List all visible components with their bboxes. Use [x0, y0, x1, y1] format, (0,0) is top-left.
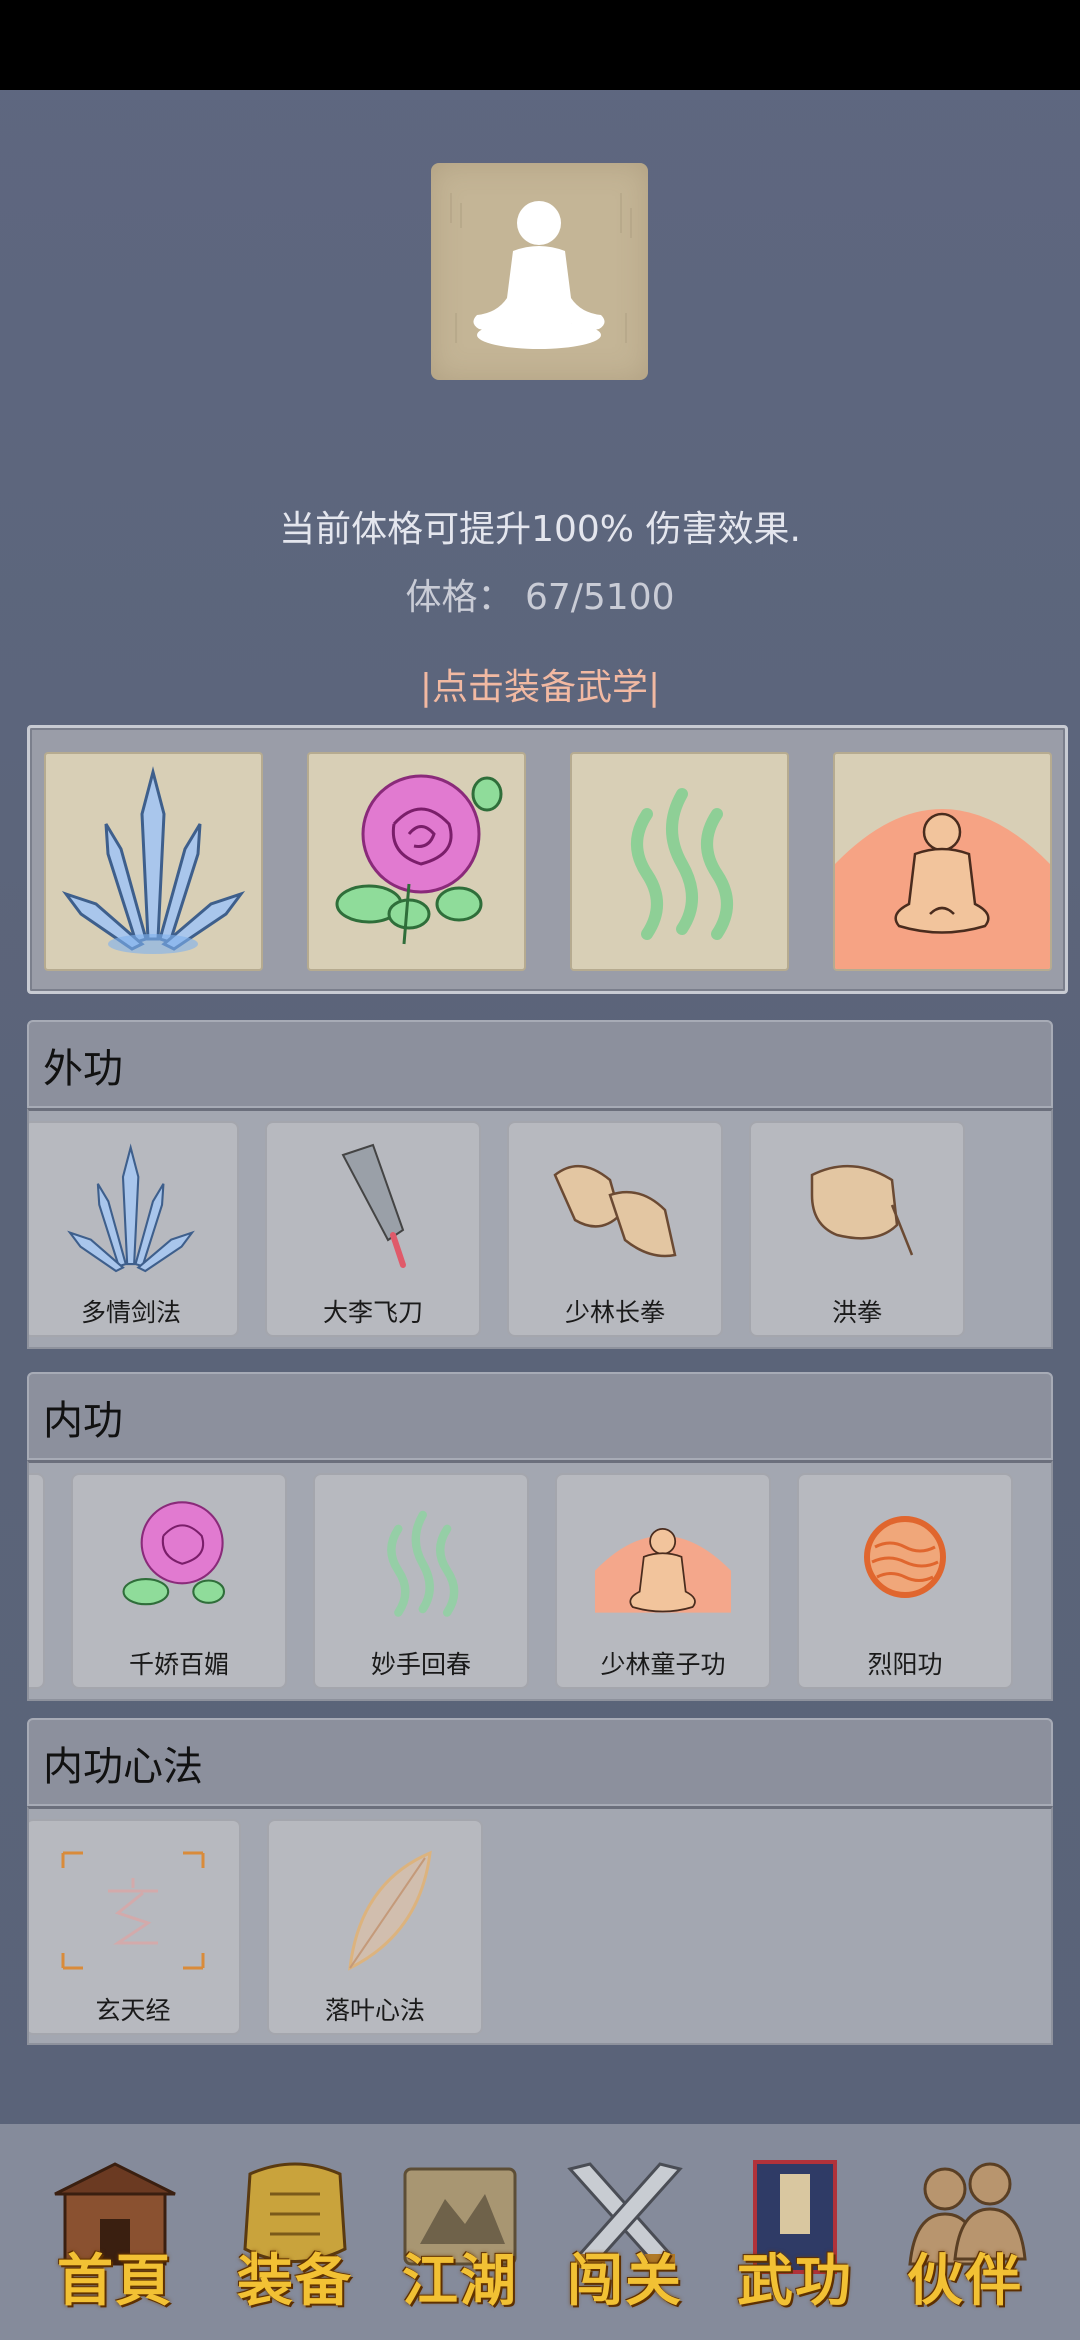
nav-challenge[interactable]: 闯关 — [555, 2154, 695, 2314]
sun-orb-icon — [864, 1516, 946, 1598]
skill-card[interactable]: 妙手回春 — [313, 1473, 529, 1689]
nav-label: 伙伴 — [907, 2248, 1023, 2314]
skill-card[interactable]: 多情剑法 — [29, 1121, 239, 1337]
section-title: 内功心法 — [43, 1744, 203, 1790]
section-title: 外功 — [43, 1046, 123, 1092]
section-header: 外功 — [27, 1020, 1053, 1108]
nav-home[interactable]: 首頁 — [45, 2154, 185, 2314]
description-text: 当前体格可提升100% 伤害效果. — [279, 509, 801, 550]
section-internal-methods: 内功心法 玄天经 落叶心法 — [27, 1718, 1053, 2045]
equipped-slot-3[interactable] — [570, 752, 789, 971]
equipped-slot-2[interactable] — [307, 752, 526, 971]
section-header: 内功心法 — [27, 1718, 1053, 1806]
meditation-silhouette-icon — [450, 193, 632, 349]
skill-name: 大李飞刀 — [322, 1298, 423, 1327]
equipped-slot-4[interactable] — [833, 752, 1052, 971]
skill-card[interactable]: 烈阳功 — [797, 1473, 1013, 1689]
skill-name: 妙手回春 — [370, 1650, 471, 1679]
skill-name: 多情剑法 — [80, 1298, 181, 1327]
meditating-monk-icon — [594, 1527, 732, 1613]
status-bar — [0, 0, 1080, 90]
nav-jianghu[interactable]: 江湖 — [390, 2154, 530, 2314]
meditating-monk-icon — [835, 809, 1050, 969]
skill-card[interactable]: 大李飞刀 — [265, 1121, 481, 1337]
nav-label: 装备 — [237, 2248, 353, 2314]
skills-list[interactable]: 玄天经 落叶心法 — [27, 1806, 1053, 2045]
xuan-scroll-icon — [61, 1851, 205, 1970]
crystal-blades-icon — [67, 1143, 195, 1273]
nav-label: 首頁 — [57, 2248, 173, 2314]
skill-card[interactable]: 少林童子功 — [555, 1473, 771, 1689]
avatar[interactable] — [431, 163, 648, 380]
skill-name: 玄天经 — [95, 1996, 171, 2025]
nav-label: 江湖 — [402, 2248, 518, 2314]
nav-label: 闯关 — [567, 2248, 683, 2314]
green-waves-icon — [387, 1510, 459, 1617]
equipped-slot-1[interactable] — [44, 752, 263, 971]
section-header: 内功 — [27, 1372, 1053, 1460]
section-title: 内功 — [43, 1398, 123, 1444]
rose-icon — [335, 774, 503, 945]
section-external-arts: 外功 多情剑法 大李飞刀 少林长拳 洪拳 — [27, 1020, 1053, 1349]
constitution-stat: 体格： 67/5100 — [0, 568, 1080, 620]
skills-list[interactable]: 千娇百媚 妙手回春 少林童子功 烈阳功 — [27, 1460, 1053, 1701]
flying-knife-icon — [341, 1143, 406, 1268]
section-internal-arts: 内功 千娇百媚 妙手回春 少林童子功 烈阳功 — [27, 1372, 1053, 1701]
crystal-blades-icon — [61, 766, 246, 954]
skill-name: 少林童子功 — [600, 1650, 726, 1679]
leaf-icon — [348, 1850, 432, 1971]
stat-label: 体格： — [405, 577, 514, 618]
stat-value: 67/5100 — [524, 577, 675, 618]
fist-icon — [810, 1164, 914, 1256]
skill-card-partial[interactable] — [29, 1473, 45, 1689]
skill-card[interactable]: 落叶心法 — [267, 1819, 483, 2035]
fists-icon — [553, 1164, 677, 1258]
skill-name: 烈阳功 — [867, 1650, 943, 1679]
nav-partners[interactable]: 伙伴 — [895, 2154, 1035, 2314]
skill-name: 千娇百媚 — [128, 1650, 229, 1679]
equip-martial-arts-link[interactable]: |点击装备武学| — [0, 658, 1080, 710]
skills-list[interactable]: 多情剑法 大李飞刀 少林长拳 洪拳 — [27, 1108, 1053, 1349]
green-waves-icon — [631, 788, 733, 940]
skill-name: 落叶心法 — [324, 1996, 425, 2025]
nav-martial-arts[interactable]: 武功 — [725, 2154, 865, 2314]
skill-card[interactable]: 洪拳 — [749, 1121, 965, 1337]
skill-card[interactable]: 玄天经 — [29, 1819, 241, 2035]
nav-label: 武功 — [737, 2248, 853, 2314]
nav-equipment[interactable]: 装备 — [225, 2154, 365, 2314]
skill-card[interactable]: 千娇百媚 — [71, 1473, 287, 1689]
skill-name: 洪拳 — [831, 1298, 882, 1327]
rose-icon — [122, 1501, 226, 1606]
skill-card[interactable]: 少林长拳 — [507, 1121, 723, 1337]
skill-name: 少林长拳 — [564, 1298, 665, 1327]
bottom-navigation: 首頁 装备 江湖 闯关 武功 伙伴 — [0, 2124, 1080, 2340]
equipped-skills-bar — [27, 725, 1068, 994]
